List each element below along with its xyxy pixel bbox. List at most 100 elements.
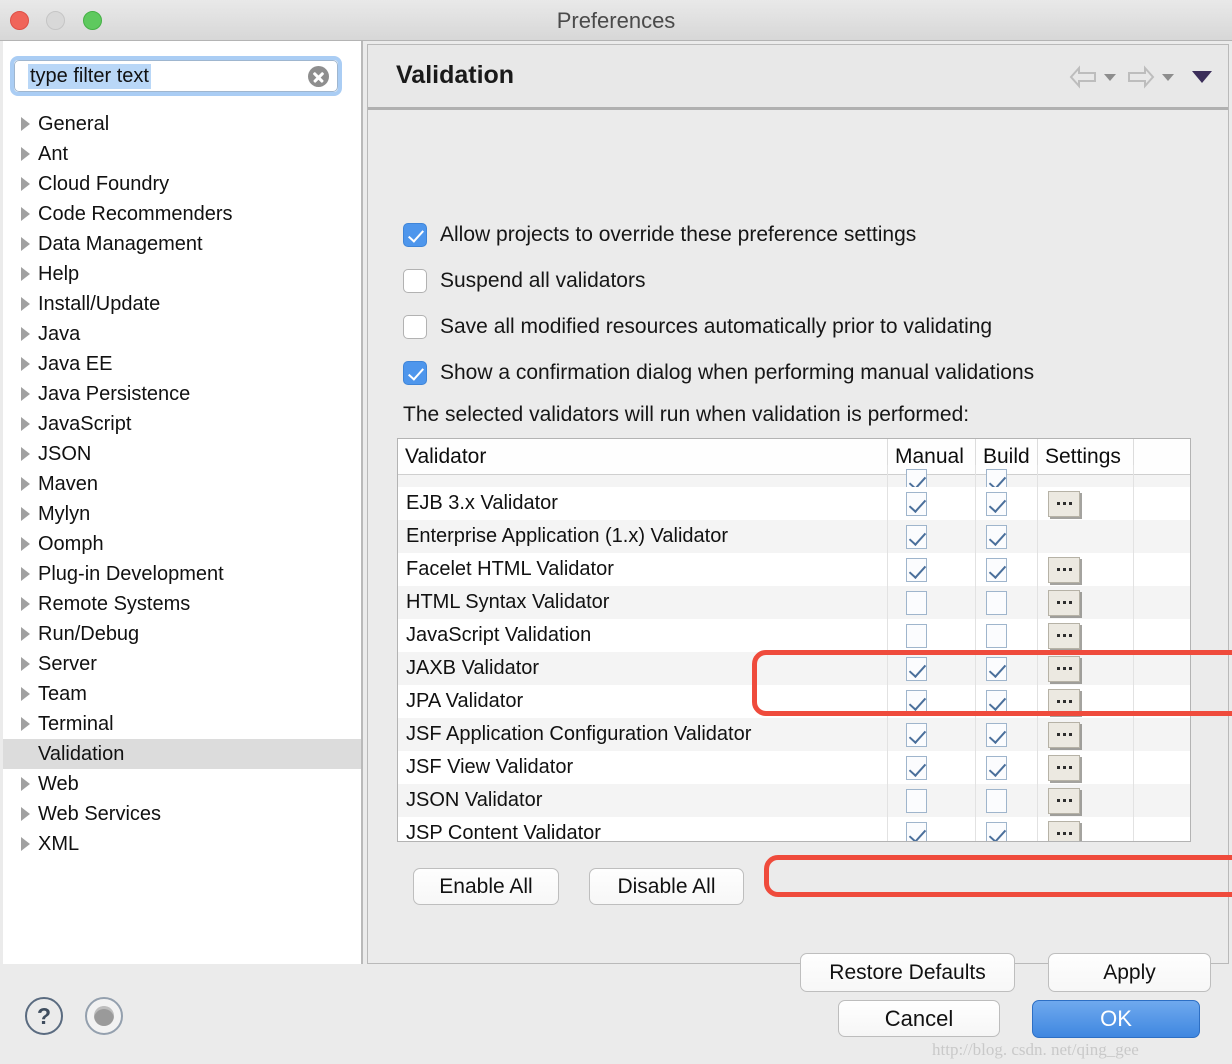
enable-all-button[interactable]: Enable All [413, 868, 559, 905]
checkbox-manual[interactable] [906, 623, 927, 648]
apply-button[interactable]: Apply [1048, 953, 1211, 992]
disable-all-button[interactable]: Disable All [589, 868, 744, 905]
table-row[interactable]: JSON Validator [398, 784, 1190, 817]
sidebar-item-oomph[interactable]: Oomph [3, 529, 361, 559]
ok-button[interactable]: OK [1032, 1000, 1200, 1038]
arrow-right-icon[interactable] [1126, 65, 1156, 89]
build-cell[interactable] [976, 487, 1038, 520]
checkbox-allow-override[interactable] [403, 223, 427, 247]
expand-triangle-icon[interactable] [21, 777, 30, 791]
filter-input-wrapper[interactable]: type filter text [10, 56, 342, 96]
sidebar-item-web[interactable]: Web [3, 769, 361, 799]
sidebar-item-java[interactable]: Java [3, 319, 361, 349]
expand-triangle-icon[interactable] [21, 477, 30, 491]
table-row[interactable]: JSP Content Validator [398, 817, 1190, 841]
checkbox-show-confirmation[interactable] [403, 361, 427, 385]
expand-triangle-icon[interactable] [21, 537, 30, 551]
settings-cell[interactable] [1038, 553, 1134, 586]
build-cell[interactable] [976, 619, 1038, 652]
manual-cell[interactable] [888, 487, 976, 520]
expand-triangle-icon[interactable] [21, 267, 30, 281]
manual-cell[interactable] [888, 586, 976, 619]
manual-cell[interactable] [888, 784, 976, 817]
expand-triangle-icon[interactable] [21, 297, 30, 311]
back-history-chevron-down-icon[interactable] [1104, 73, 1116, 81]
sidebar-item-java-ee[interactable]: Java EE [3, 349, 361, 379]
manual-cell[interactable] [888, 553, 976, 586]
checkbox-manual[interactable] [906, 656, 927, 681]
table-row[interactable]: JAXB Validator [398, 652, 1190, 685]
sidebar-item-help[interactable]: Help [3, 259, 361, 289]
checkbox-build[interactable] [986, 623, 1007, 648]
checkbox-suspend-all[interactable] [403, 269, 427, 293]
ellipsis-button-icon[interactable] [1048, 490, 1080, 517]
sidebar-item-cloud-foundry[interactable]: Cloud Foundry [3, 169, 361, 199]
settings-cell[interactable] [1038, 586, 1134, 619]
build-cell[interactable] [976, 520, 1038, 553]
settings-cell[interactable] [1038, 652, 1134, 685]
sidebar-item-javascript[interactable]: JavaScript [3, 409, 361, 439]
ellipsis-button-icon[interactable] [1048, 622, 1080, 649]
expand-triangle-icon[interactable] [21, 807, 30, 821]
manual-cell[interactable] [888, 520, 976, 553]
arrow-left-icon[interactable] [1068, 65, 1098, 89]
sidebar-item-server[interactable]: Server [3, 649, 361, 679]
manual-cell[interactable] [888, 685, 976, 718]
checkbox-build[interactable] [986, 491, 1007, 516]
build-cell[interactable] [976, 751, 1038, 784]
settings-cell[interactable] [1038, 718, 1134, 751]
option-suspend-all[interactable]: Suspend all validators [403, 269, 645, 293]
sidebar-item-code-recommenders[interactable]: Code Recommenders [3, 199, 361, 229]
checkbox-build[interactable] [986, 821, 1007, 841]
sidebar-item-install-update[interactable]: Install/Update [3, 289, 361, 319]
checkbox-build[interactable] [986, 557, 1007, 582]
checkbox-build[interactable] [986, 788, 1007, 813]
option-show-confirmation[interactable]: Show a confirmation dialog when performi… [403, 361, 1034, 385]
sidebar-item-terminal[interactable]: Terminal [3, 709, 361, 739]
sidebar-item-maven[interactable]: Maven [3, 469, 361, 499]
checkbox-build[interactable] [986, 755, 1007, 780]
ellipsis-button-icon[interactable] [1048, 589, 1080, 616]
expand-triangle-icon[interactable] [21, 117, 30, 131]
checkbox-build[interactable] [986, 524, 1007, 549]
checkbox-manual[interactable] [906, 524, 927, 549]
expand-triangle-icon[interactable] [21, 567, 30, 581]
ellipsis-button-icon[interactable] [1048, 754, 1080, 781]
checkbox-manual[interactable] [906, 689, 927, 714]
checkbox-save-all[interactable] [403, 315, 427, 339]
manual-cell[interactable] [888, 718, 976, 751]
clear-circle-icon[interactable] [308, 66, 329, 87]
preferences-tree[interactable]: General Ant Cloud Foundry Code Recommenders… [3, 109, 361, 939]
table-row[interactable]: JPA Validator [398, 685, 1190, 718]
build-cell[interactable] [976, 685, 1038, 718]
expand-triangle-icon[interactable] [21, 417, 30, 431]
restore-defaults-button[interactable]: Restore Defaults [800, 953, 1015, 992]
table-row[interactable]: EJB 3.x Validator [398, 487, 1190, 520]
ellipsis-button-icon[interactable] [1048, 787, 1080, 814]
expand-triangle-icon[interactable] [21, 237, 30, 251]
expand-triangle-icon[interactable] [21, 207, 30, 221]
sidebar-item-data-management[interactable]: Data Management [3, 229, 361, 259]
table-row[interactable]: JSF View Validator [398, 751, 1190, 784]
table-row[interactable]: Facelet HTML Validator [398, 553, 1190, 586]
build-cell[interactable] [976, 553, 1038, 586]
option-allow-override[interactable]: Allow projects to override these prefere… [403, 223, 916, 247]
checkbox-build[interactable] [986, 656, 1007, 681]
table-row[interactable]: Enterprise Application (1.x) Validator [398, 520, 1190, 553]
ellipsis-button-icon[interactable] [1048, 556, 1080, 583]
checkbox-build[interactable] [986, 689, 1007, 714]
table-row[interactable]: JSF Application Configuration Validator [398, 718, 1190, 751]
sidebar-item-mylyn[interactable]: Mylyn [3, 499, 361, 529]
cancel-button[interactable]: Cancel [838, 1000, 1000, 1037]
expand-triangle-icon[interactable] [21, 837, 30, 851]
settings-cell[interactable] [1038, 520, 1134, 553]
build-cell[interactable] [976, 784, 1038, 817]
ellipsis-button-icon[interactable] [1048, 688, 1080, 715]
expand-triangle-icon[interactable] [21, 387, 30, 401]
table-row[interactable]: JavaScript Validation [398, 619, 1190, 652]
expand-triangle-icon[interactable] [21, 717, 30, 731]
sidebar-item-general[interactable]: General [3, 109, 361, 139]
panel-menu-chevron-down-icon[interactable] [1192, 71, 1212, 83]
expand-triangle-icon[interactable] [21, 327, 30, 341]
checkbox-manual[interactable] [906, 557, 927, 582]
